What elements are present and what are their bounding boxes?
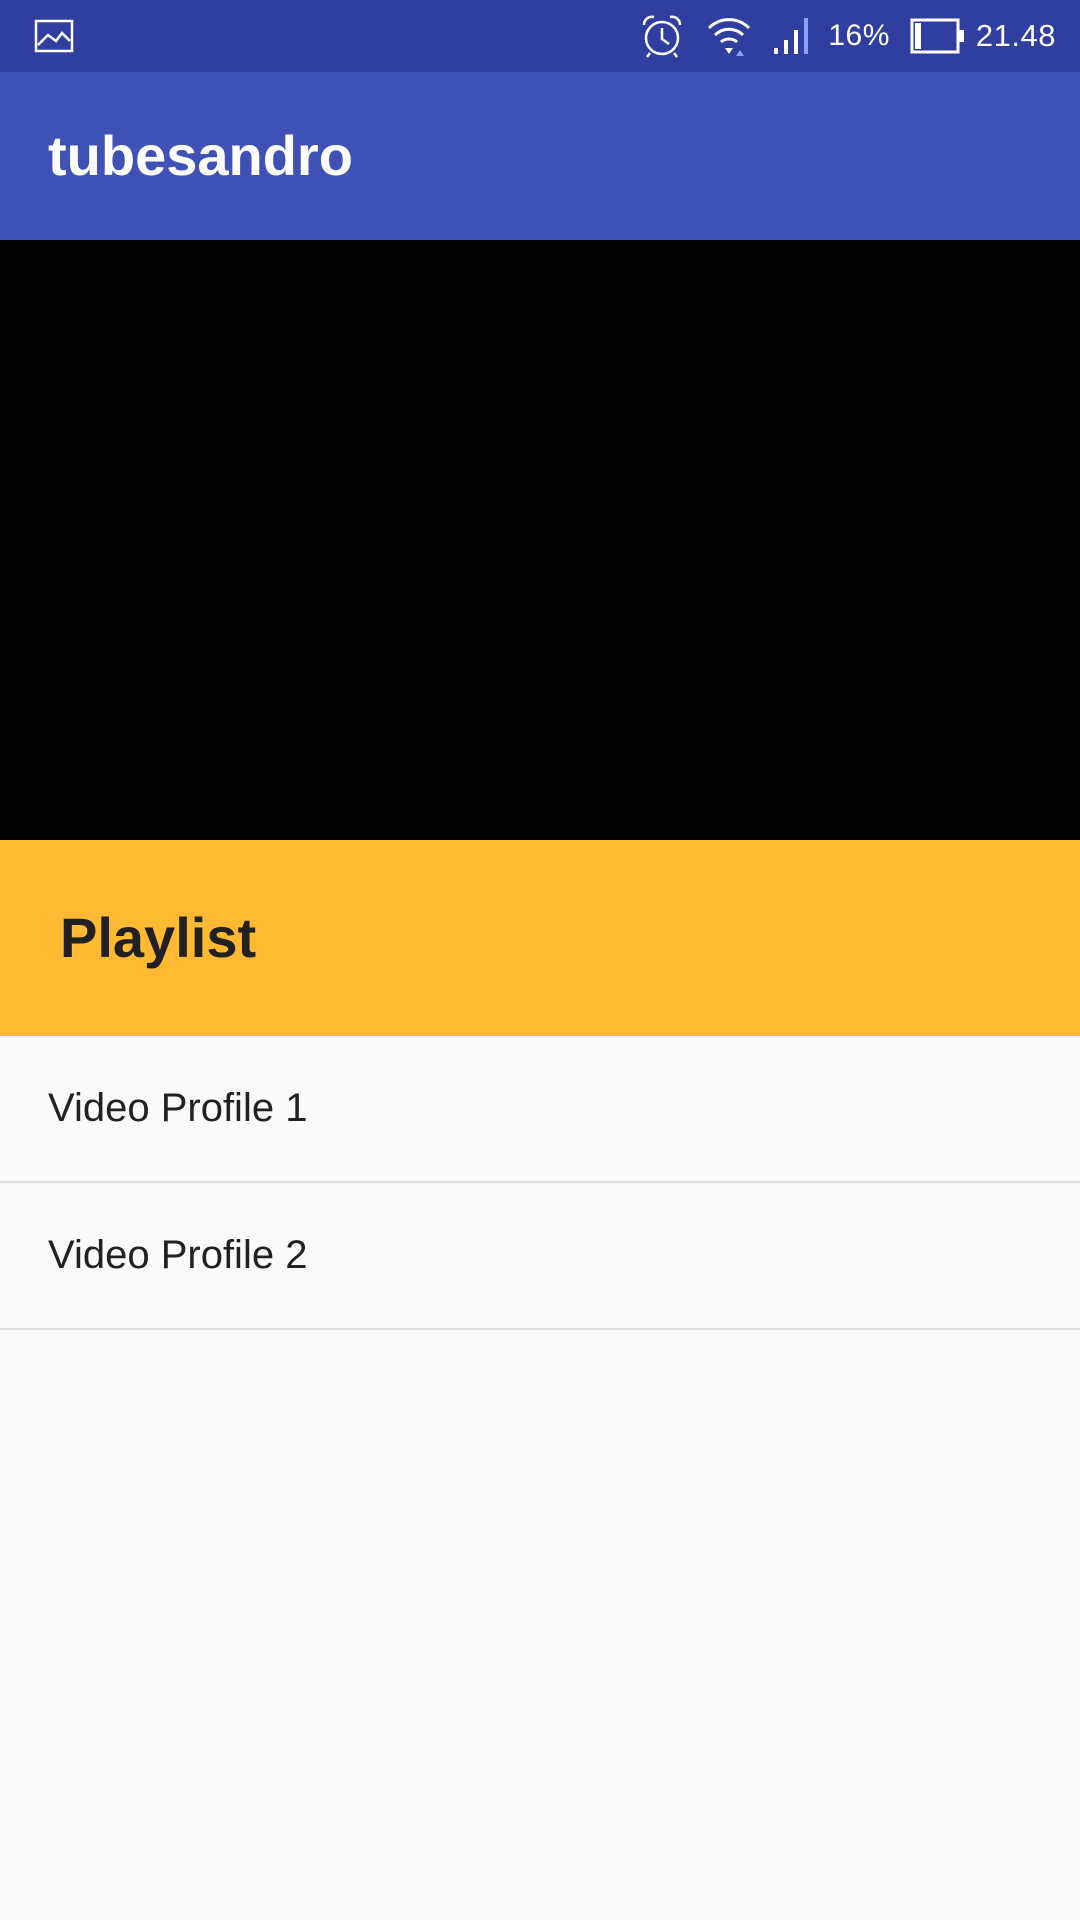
battery-percent: 16% — [828, 19, 890, 52]
wifi-icon — [708, 18, 751, 56]
signal-icon — [774, 18, 809, 54]
playlist-header: Playlist — [0, 840, 1080, 1036]
gallery-icon — [34, 19, 74, 53]
alarm-icon — [643, 15, 682, 58]
clock-time: 21.48 — [975, 18, 1056, 53]
status-bar: 16% 21.48 — [0, 0, 1080, 72]
list-item-video-profile-1[interactable]: Video Profile 1 — [0, 1036, 1080, 1183]
playlist-title: Playlist — [60, 906, 257, 969]
list-item-video-profile-2[interactable]: Video Profile 2 — [0, 1183, 1080, 1330]
app-title: tubesandro — [48, 124, 353, 187]
video-player[interactable] — [0, 240, 1080, 840]
list-item-label: Video Profile 2 — [48, 1233, 308, 1277]
battery-icon — [910, 18, 964, 54]
list-item-label: Video Profile 1 — [48, 1086, 308, 1130]
playlist-list: Video Profile 1 Video Profile 2 — [0, 1036, 1080, 1330]
app-bar: tubesandro — [0, 72, 1080, 240]
